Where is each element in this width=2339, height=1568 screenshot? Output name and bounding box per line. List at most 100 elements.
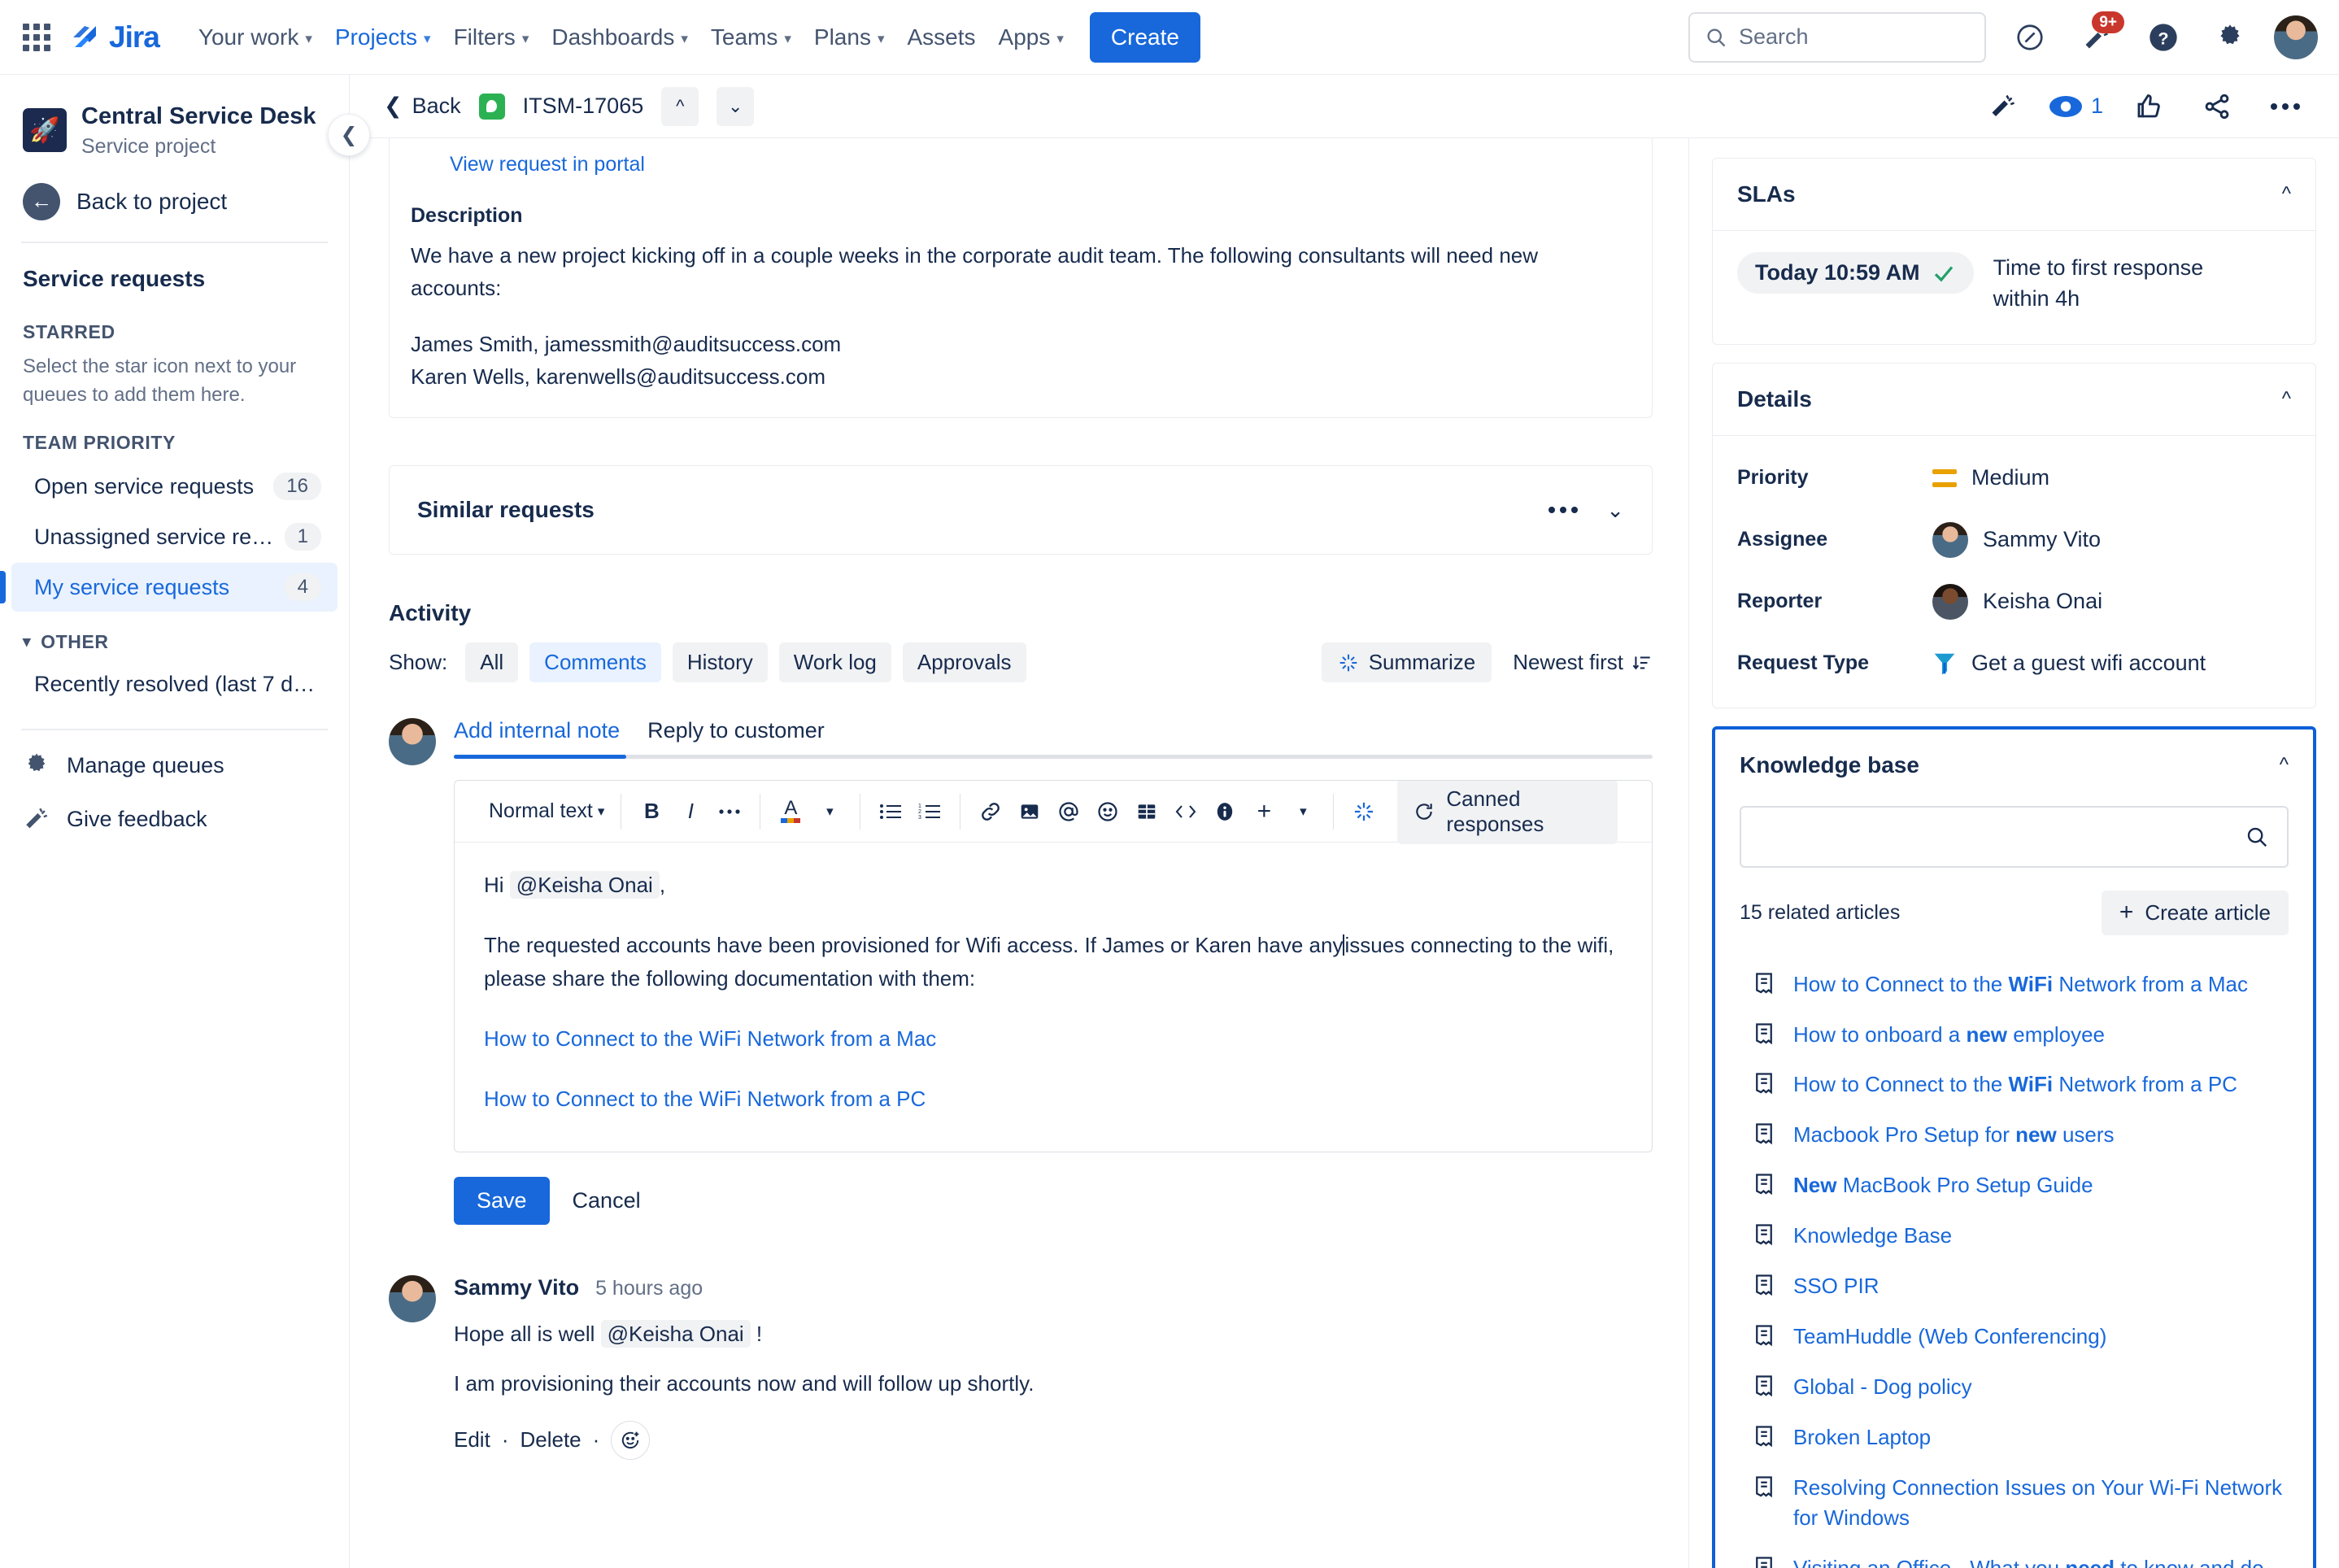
image-icon[interactable] — [1016, 795, 1043, 828]
global-search-input[interactable]: Search — [1688, 11, 1986, 63]
kb-article-link[interactable]: TeamHuddle (Web Conferencing) — [1793, 1322, 2106, 1352]
kb-article-item[interactable]: Visiting an Office - What you need to kn… — [1740, 1544, 2289, 1568]
nav-item-apps[interactable]: Apps ▾ — [987, 16, 1075, 59]
knowledge-base-collapse-chevron-up-icon[interactable]: ^ — [2280, 754, 2289, 777]
kb-article-item[interactable]: SSO PIR — [1740, 1261, 2289, 1312]
kb-article-item[interactable]: How to onboard a new employee — [1740, 1010, 2289, 1061]
activity-filter-work-log[interactable]: Work log — [778, 642, 891, 683]
help-icon[interactable]: ? — [2141, 15, 2186, 60]
nav-item-dashboards[interactable]: Dashboards ▾ — [540, 16, 699, 59]
info-panel-icon[interactable] — [1211, 795, 1239, 828]
detail-value-reporter[interactable]: Keisha Onai — [1932, 583, 2102, 620]
emoji-icon[interactable] — [1094, 795, 1122, 828]
kb-article-link[interactable]: How to Connect to the WiFi Network from … — [1793, 969, 2248, 1000]
editor-content-area[interactable]: Hi @Keisha Onai, The requested accounts … — [455, 843, 1652, 1151]
kb-article-link[interactable]: How to onboard a new employee — [1793, 1020, 2105, 1050]
more-formatting-icon[interactable] — [716, 795, 743, 828]
nav-item-plans[interactable]: Plans ▾ — [803, 16, 896, 59]
kb-article-item[interactable]: Knowledge Base — [1740, 1211, 2289, 1261]
detail-value-priority[interactable]: Medium — [1932, 465, 2049, 490]
mention-at-icon[interactable] — [1055, 795, 1082, 828]
ai-sparkle-icon[interactable] — [1350, 795, 1378, 828]
notifications-icon[interactable]: 9+ — [2074, 11, 2124, 60]
kb-article-item[interactable]: How to Connect to the WiFi Network from … — [1740, 960, 2289, 1010]
activity-filter-all[interactable]: All — [465, 642, 519, 683]
add-reaction-icon[interactable] — [611, 1420, 651, 1460]
code-icon[interactable] — [1172, 795, 1200, 828]
kb-article-item[interactable]: Global - Dog policy — [1740, 1362, 2289, 1413]
kb-article-item[interactable]: Macbook Pro Setup for new users — [1740, 1110, 2289, 1161]
share-icon[interactable] — [2194, 84, 2240, 129]
create-article-button[interactable]: + Create article — [2101, 890, 2289, 935]
nav-item-filters[interactable]: Filters ▾ — [442, 16, 541, 59]
feedback-megaphone-icon[interactable] — [1980, 84, 2026, 129]
cancel-button[interactable]: Cancel — [573, 1188, 641, 1213]
back-button[interactable]: ❮ Back — [384, 94, 461, 119]
italic-icon[interactable]: I — [677, 795, 704, 828]
kb-article-link[interactable]: Visiting an Office - What you need to kn… — [1793, 1553, 2264, 1568]
kb-article-link[interactable]: Resolving Connection Issues on Your Wi-F… — [1793, 1473, 2289, 1533]
kb-article-link[interactable]: Knowledge Base — [1793, 1221, 1952, 1251]
issue-key[interactable]: ITSM-17065 — [523, 94, 644, 119]
kb-link-mac[interactable]: How to Connect to the WiFi Network from … — [484, 1026, 936, 1051]
kb-article-item[interactable]: How to Connect to the WiFi Network from … — [1740, 1060, 2289, 1110]
detail-value-assignee[interactable]: Sammy Vito — [1932, 521, 2101, 558]
other-group-label[interactable]: ▾ OTHER — [0, 613, 349, 660]
project-header[interactable]: Central Service Desk Service project — [0, 96, 349, 159]
kb-article-link[interactable]: SSO PIR — [1793, 1271, 1879, 1301]
tab-reply-to-customer[interactable]: Reply to customer — [647, 718, 825, 755]
comment-timestamp[interactable]: 5 hours ago — [595, 1277, 703, 1300]
nav-item-your-work[interactable]: Your work ▾ — [187, 16, 324, 59]
kb-article-item[interactable]: Resolving Connection Issues on Your Wi-F… — [1740, 1463, 2289, 1544]
similar-requests-more-icon[interactable] — [1548, 506, 1579, 514]
save-button[interactable]: Save — [454, 1176, 550, 1225]
kb-link-pc[interactable]: How to Connect to the WiFi Network from … — [484, 1087, 926, 1111]
app-switcher-icon[interactable] — [18, 19, 55, 56]
give-feedback-link[interactable]: Give feedback — [0, 792, 349, 846]
settings-gear-icon[interactable] — [2207, 15, 2253, 60]
insert-more-plus-icon[interactable]: + — [1250, 795, 1278, 828]
view-request-in-portal-link[interactable]: View request in portal — [450, 153, 645, 176]
sidebar-item-unassigned-service-requests[interactable]: Unassigned service requ… 1 — [11, 512, 338, 561]
color-chevron-down-icon[interactable]: ▾ — [816, 795, 843, 828]
sidebar-item-open-service-requests[interactable]: Open service requests 16 — [11, 462, 338, 511]
more-actions-icon[interactable] — [2263, 84, 2308, 129]
watch-button[interactable]: 1 — [2049, 94, 2103, 119]
text-color-icon[interactable]: A — [777, 795, 804, 828]
sidebar-item-recently-resolved[interactable]: Recently resolved (last 7 d… — [11, 661, 338, 708]
comment-edit-link[interactable]: Edit — [454, 1427, 490, 1453]
nav-item-projects[interactable]: Projects ▾ — [324, 16, 442, 59]
kb-article-link[interactable]: Broken Laptop — [1793, 1422, 1931, 1453]
table-icon[interactable] — [1133, 795, 1161, 828]
numbered-list-icon[interactable]: 1 2 3 — [916, 795, 943, 828]
manage-queues-link[interactable]: Manage queues — [0, 738, 349, 792]
sort-order-button[interactable]: Newest first — [1513, 650, 1653, 675]
back-to-project-link[interactable]: ← Back to project — [0, 159, 349, 242]
text-style-dropdown[interactable]: Normal text ▾ — [489, 799, 604, 823]
comment-delete-link[interactable]: Delete — [520, 1427, 581, 1453]
tab-add-internal-note[interactable]: Add internal note — [454, 718, 620, 755]
insert-chevron-down-icon[interactable]: ▾ — [1289, 795, 1317, 828]
similar-requests-collapse-icon[interactable]: ⌄ — [1606, 498, 1624, 523]
kb-article-link[interactable]: Global - Dog policy — [1793, 1372, 1972, 1402]
slas-collapse-chevron-up-icon[interactable]: ^ — [2282, 183, 2291, 206]
summarize-button[interactable]: Summarize — [1321, 642, 1492, 683]
previous-issue-button[interactable]: ^ — [661, 86, 699, 126]
next-issue-button[interactable]: ⌄ — [717, 86, 755, 126]
activity-filter-comments[interactable]: Comments — [529, 642, 661, 683]
sidebar-item-my-service-requests[interactable]: My service requests 4 — [0, 563, 338, 612]
nav-item-teams[interactable]: Teams ▾ — [699, 16, 803, 59]
jira-logo[interactable]: Jira — [68, 20, 160, 54]
compass-icon[interactable] — [2007, 15, 2053, 60]
like-thumbs-up-icon[interactable] — [2126, 84, 2171, 129]
kb-article-link[interactable]: How to Connect to the WiFi Network from … — [1793, 1069, 2237, 1100]
create-button[interactable]: Create — [1089, 11, 1200, 63]
activity-filter-approvals[interactable]: Approvals — [902, 642, 1026, 683]
user-avatar[interactable] — [2274, 15, 2318, 59]
nav-item-assets[interactable]: Assets — [896, 16, 987, 59]
bold-icon[interactable]: B — [638, 795, 665, 828]
kb-article-item[interactable]: TeamHuddle (Web Conferencing) — [1740, 1312, 2289, 1362]
bulleted-list-icon[interactable] — [877, 795, 904, 828]
kb-article-link[interactable]: Macbook Pro Setup for new users — [1793, 1120, 2115, 1150]
collapse-sidebar-button[interactable]: ❮ — [328, 114, 370, 156]
